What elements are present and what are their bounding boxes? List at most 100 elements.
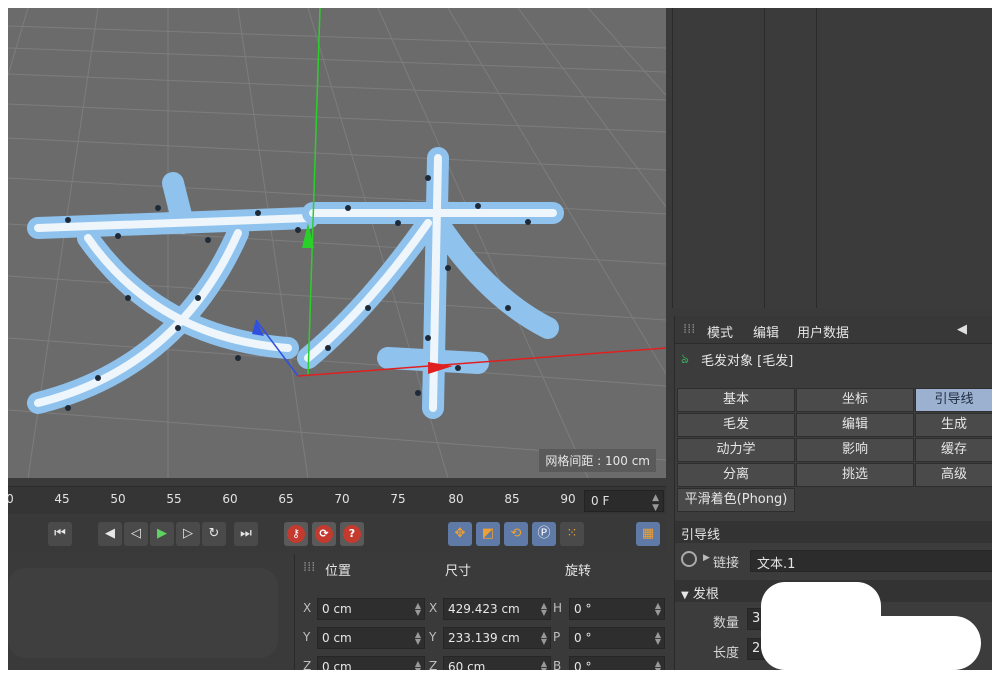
coordinates-manager: ⁞⁞⁞ 位置 尺寸 旋转 X 0 cm ▲ ▼ X 429.423 cm ▲ ▼ H 0… <box>294 554 666 670</box>
key-icon: ⚷ <box>287 525 305 543</box>
tab-guides[interactable]: 引导线 <box>915 388 992 412</box>
next-key-button[interactable]: ▷ <box>176 522 200 546</box>
viewport-3d[interactable]: 网格间距 : 100 cm <box>8 8 666 478</box>
record-key-button[interactable]: ⚷ <box>284 522 308 546</box>
tab-advanced[interactable]: 高级 <box>915 463 992 487</box>
axis-label: Y <box>429 630 437 644</box>
link-row: ▶ 链接 文本.1 <box>675 548 992 574</box>
object-title-row: ঌ 毛发对象 [毛发] <box>675 346 992 372</box>
link-label: 链接 <box>713 556 740 571</box>
move-icon: ✥ <box>454 526 466 541</box>
tab-basic[interactable]: 基本 <box>677 388 795 412</box>
tab-coordinates[interactable]: 坐标 <box>796 388 914 412</box>
go-start-button[interactable]: ⏮ <box>48 522 72 546</box>
spinner-icon: ▲▼ <box>540 659 547 671</box>
viewport-scene <box>8 8 666 478</box>
size-x-field[interactable]: 429.423 cm ▲ ▼ <box>443 598 551 620</box>
prev-key-button[interactable]: ◀ <box>98 522 122 546</box>
expand-arrow-icon[interactable]: ▶ <box>703 553 710 563</box>
axis-label: H <box>553 601 563 615</box>
tick-label: 90 <box>560 492 576 506</box>
size-z-field[interactable]: 60 cm▲▼ <box>443 656 551 670</box>
go-end-button[interactable]: ⏭ <box>234 522 258 546</box>
tick-label: 80 <box>448 492 464 506</box>
count-label: 数量 <box>713 616 740 631</box>
tick-label: 65 <box>278 492 294 506</box>
hair-object-icon: ঌ <box>681 352 689 367</box>
loop-button[interactable]: ↻ <box>202 522 226 546</box>
spinner-icon: ▲▼ <box>654 659 661 671</box>
axis-label: B <box>553 659 562 670</box>
tab-cache[interactable]: 缓存 <box>915 438 992 462</box>
coord-row-3: Z 0 cm▲▼ Z 60 cm▲▼ B 0 °▲▼ <box>295 654 667 670</box>
rotate-icon: ⟲ <box>510 526 522 541</box>
question-icon: ? <box>343 525 361 543</box>
parameter-icon: Ⓟ <box>537 526 551 541</box>
rotation-b-field[interactable]: 0 °▲▼ <box>569 656 665 670</box>
axis-label: Y <box>303 630 311 644</box>
timeline-ruler[interactable]: 0 45 50 55 60 65 70 75 80 85 90 0 F ▲ ▼ <box>8 486 666 514</box>
record-parameter-button[interactable]: Ⓟ <box>532 522 556 546</box>
tab-detach[interactable]: 分离 <box>677 463 795 487</box>
spinner-icon: ▲▼ <box>654 630 661 646</box>
attribute-menu-bar: ⁞⁞⁞ 模式 编辑 用户数据 ◀ <box>675 316 992 344</box>
tab-generate[interactable]: 生成 <box>915 413 992 437</box>
play-button[interactable]: ▶ <box>150 522 174 546</box>
object-manager-pane-mid[interactable] <box>764 8 816 308</box>
size-y-field[interactable]: 233.139 cm ▲ ▼ <box>443 627 551 649</box>
current-frame-field[interactable]: 0 F ▲ ▼ <box>584 490 664 513</box>
tab-influence[interactable]: 影响 <box>796 438 914 462</box>
record-position-button[interactable]: ✥ <box>448 522 472 546</box>
back-arrow-icon[interactable]: ◀ <box>957 322 967 337</box>
tab-select[interactable]: 挑选 <box>796 463 914 487</box>
menu-edit[interactable]: 编辑 <box>753 322 779 341</box>
object-manager-pane-left[interactable] <box>672 8 764 308</box>
animate-radio-icon[interactable] <box>681 551 697 567</box>
axis-label: P <box>553 630 561 644</box>
rotation-h-field[interactable]: 0 ° ▲ ▼ <box>569 598 665 620</box>
film-icon: ▦ <box>641 526 655 541</box>
rotation-p-field[interactable]: 0 ° ▲ ▼ <box>569 627 665 649</box>
menu-mode[interactable]: 模式 <box>707 322 733 341</box>
tick-label: 0 <box>8 492 14 506</box>
spinner-icon: ▲▼ <box>414 630 421 646</box>
axis-y-line <box>307 8 321 377</box>
obscured-region <box>8 568 278 658</box>
menu-user-data[interactable]: 用户数据 <box>797 322 849 341</box>
tick-label: 85 <box>504 492 520 506</box>
drag-handle-icon[interactable]: ⁞⁞⁞ <box>303 560 315 575</box>
record-scale-button[interactable]: ◩ <box>476 522 500 546</box>
spinner-icon: ▲▼ <box>414 659 421 671</box>
watermark-overlay <box>825 616 981 670</box>
position-z-field[interactable]: 0 cm▲▼ <box>317 656 425 670</box>
object-manager-pane-right[interactable] <box>816 8 992 308</box>
tick-label: 45 <box>54 492 70 506</box>
collapse-arrow-icon: ▼ <box>681 590 689 601</box>
auto-key-button[interactable]: ⟳ <box>312 522 336 546</box>
spinner-icon: ▲▼ <box>414 601 421 617</box>
tick-label: 55 <box>166 492 182 506</box>
link-field[interactable]: 文本.1 <box>750 550 992 572</box>
coord-row-1: X 0 cm ▲ ▼ X 429.423 cm ▲ ▼ H 0 ° ▲ ▼ <box>295 596 667 622</box>
object-title: 毛发对象 [毛发] <box>701 354 794 369</box>
drag-handle-icon[interactable]: ⁞⁞⁞ <box>683 322 695 337</box>
tick-label: 70 <box>334 492 350 506</box>
tick-label: 60 <box>222 492 238 506</box>
tab-edit[interactable]: 编辑 <box>796 413 914 437</box>
axis-label: X <box>429 601 438 615</box>
timeline-window-button[interactable]: ▦ <box>636 522 660 546</box>
section-guides-header: 引导线 <box>675 521 992 543</box>
record-pla-button[interactable]: ⁙ <box>560 522 584 546</box>
position-header: 位置 <box>325 564 352 579</box>
position-y-field[interactable]: 0 cm ▲ ▼ <box>317 627 425 649</box>
tab-hair[interactable]: 毛发 <box>677 413 795 437</box>
keyframe-selection-button[interactable]: ? <box>340 522 364 546</box>
position-x-field[interactable]: 0 cm ▲ ▼ <box>317 598 425 620</box>
tab-phong[interactable]: 平滑着色(Phong) <box>677 488 795 512</box>
material-manager[interactable] <box>8 554 292 670</box>
grid-dots-icon: ⁙ <box>566 526 578 541</box>
record-rotation-button[interactable]: ⟲ <box>504 522 528 546</box>
tab-dynamics[interactable]: 动力学 <box>677 438 795 462</box>
axis-label: Z <box>429 659 438 670</box>
play-reverse-button[interactable]: ◁ <box>124 522 148 546</box>
